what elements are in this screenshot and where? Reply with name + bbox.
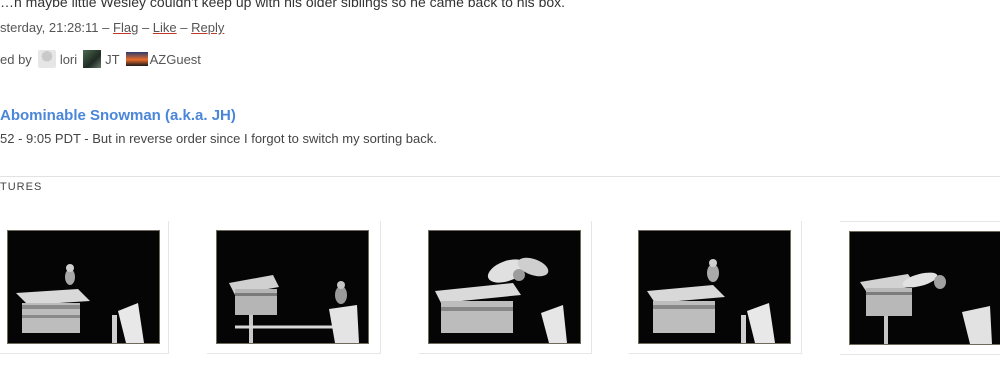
owl-photo-4-image	[639, 231, 790, 343]
owl-photo-1[interactable]	[7, 230, 160, 344]
liker-name[interactable]: lori	[60, 52, 77, 67]
owl-photo-5[interactable]	[849, 231, 1000, 345]
owl-photo-4[interactable]	[638, 230, 791, 344]
reply-link[interactable]: Reply	[191, 20, 224, 35]
like-link[interactable]: Like	[153, 20, 177, 35]
thumbnail-frame[interactable]	[629, 221, 802, 354]
separator: –	[141, 20, 150, 35]
thumbnail-frame[interactable]	[419, 221, 592, 354]
liked-by-row: ed by lori JT AZGuest	[0, 50, 201, 68]
flag-link[interactable]: Flag	[113, 20, 138, 35]
separator: –	[102, 20, 110, 35]
liker-name[interactable]: AZGuest	[150, 52, 201, 67]
owl-photo-2[interactable]	[216, 230, 369, 344]
owl-photo-1-image	[8, 231, 159, 343]
comment-body: …n maybe little Wesley couldn't keep up …	[0, 0, 566, 10]
pictures-heading: TURES	[0, 181, 43, 193]
sunset-avatar-icon[interactable]	[125, 52, 148, 66]
thumbnail-frame[interactable]	[0, 221, 169, 354]
comment-time: sterday, 21:28:11	[0, 20, 99, 35]
post-author[interactable]: Abominable Snowman (a.k.a. JH)	[0, 107, 236, 124]
thumbnail-frame[interactable]	[207, 221, 381, 354]
owl-photo-3[interactable]	[428, 230, 581, 344]
owl-photo-5-image	[850, 232, 1000, 344]
divider	[0, 176, 1000, 177]
gray-avatar-icon[interactable]	[37, 50, 56, 68]
photo-avatar-icon[interactable]	[83, 50, 102, 68]
liker-name[interactable]: JT	[105, 52, 119, 67]
owl-photo-3-image	[429, 231, 580, 343]
owl-photo-2-image	[217, 231, 368, 343]
separator: –	[180, 20, 188, 35]
thumbnail-frame[interactable]	[840, 221, 1000, 355]
comment-meta: sterday, 21:28:11 – Flag – Like – Reply	[0, 20, 224, 35]
liked-by-label: ed by	[0, 51, 32, 67]
post-meta: 52 - 9:05 PDT - But in reverse order sin…	[0, 131, 437, 146]
